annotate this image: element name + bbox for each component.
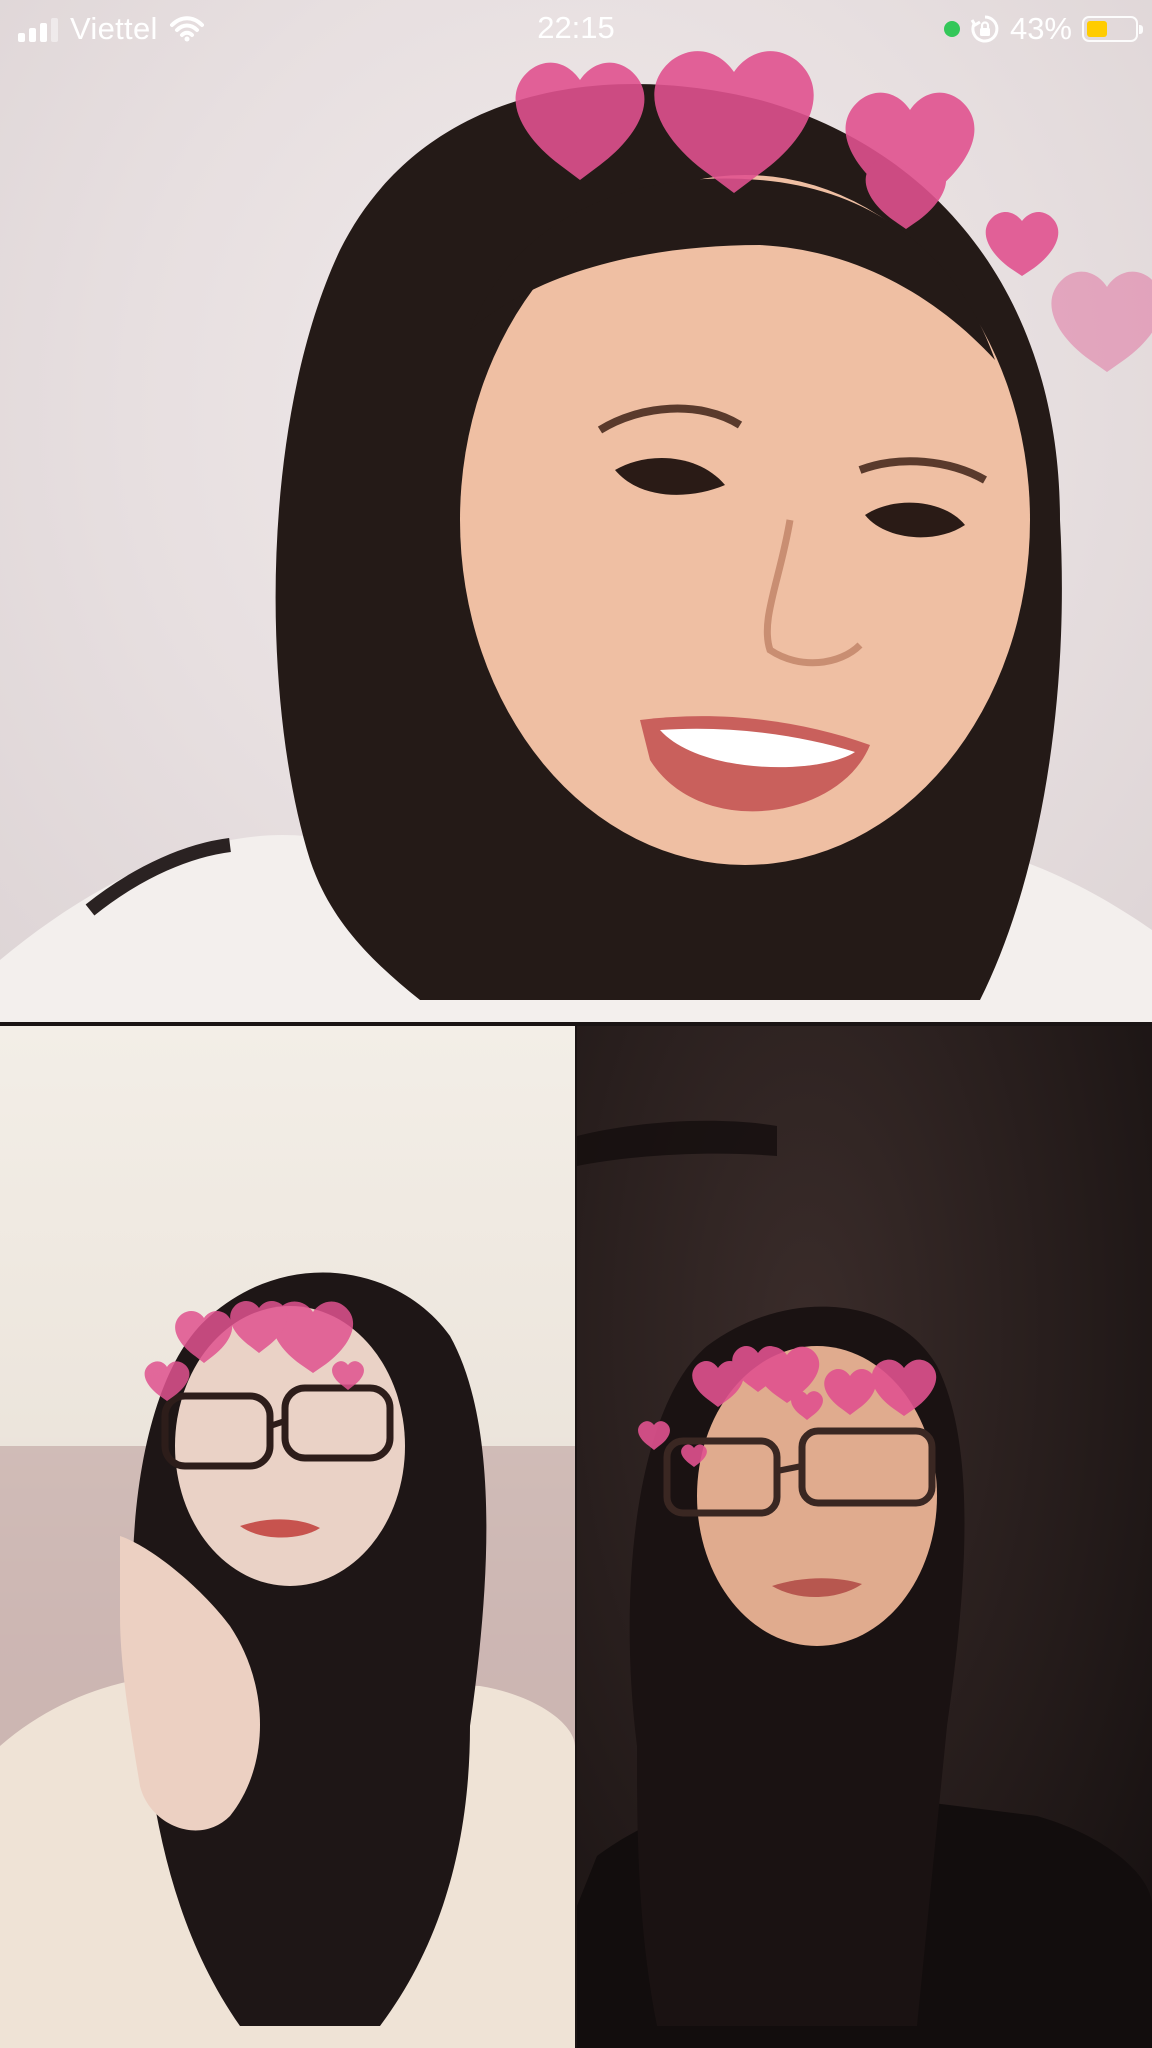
- participant-video-bottom-right: [577, 1120, 1152, 2048]
- battery-icon: [1082, 16, 1143, 42]
- battery-fill: [1087, 21, 1107, 37]
- status-bar-right: 43%: [943, 10, 1143, 48]
- camera-in-use-dot: [943, 21, 960, 37]
- participant-video-bottom-left: [0, 1272, 575, 2048]
- participant-video-top: [0, 51, 1152, 1022]
- orientation-lock-icon: [970, 15, 999, 43]
- video-tile-top[interactable]: [0, 0, 1152, 1022]
- battery-percentage: 43%: [1009, 11, 1072, 46]
- status-bar: Viettel 22:15 43%: [0, 0, 1152, 58]
- video-tile-bottom-left[interactable]: [0, 1026, 575, 2048]
- video-tile-bottom-right[interactable]: [577, 1026, 1152, 2048]
